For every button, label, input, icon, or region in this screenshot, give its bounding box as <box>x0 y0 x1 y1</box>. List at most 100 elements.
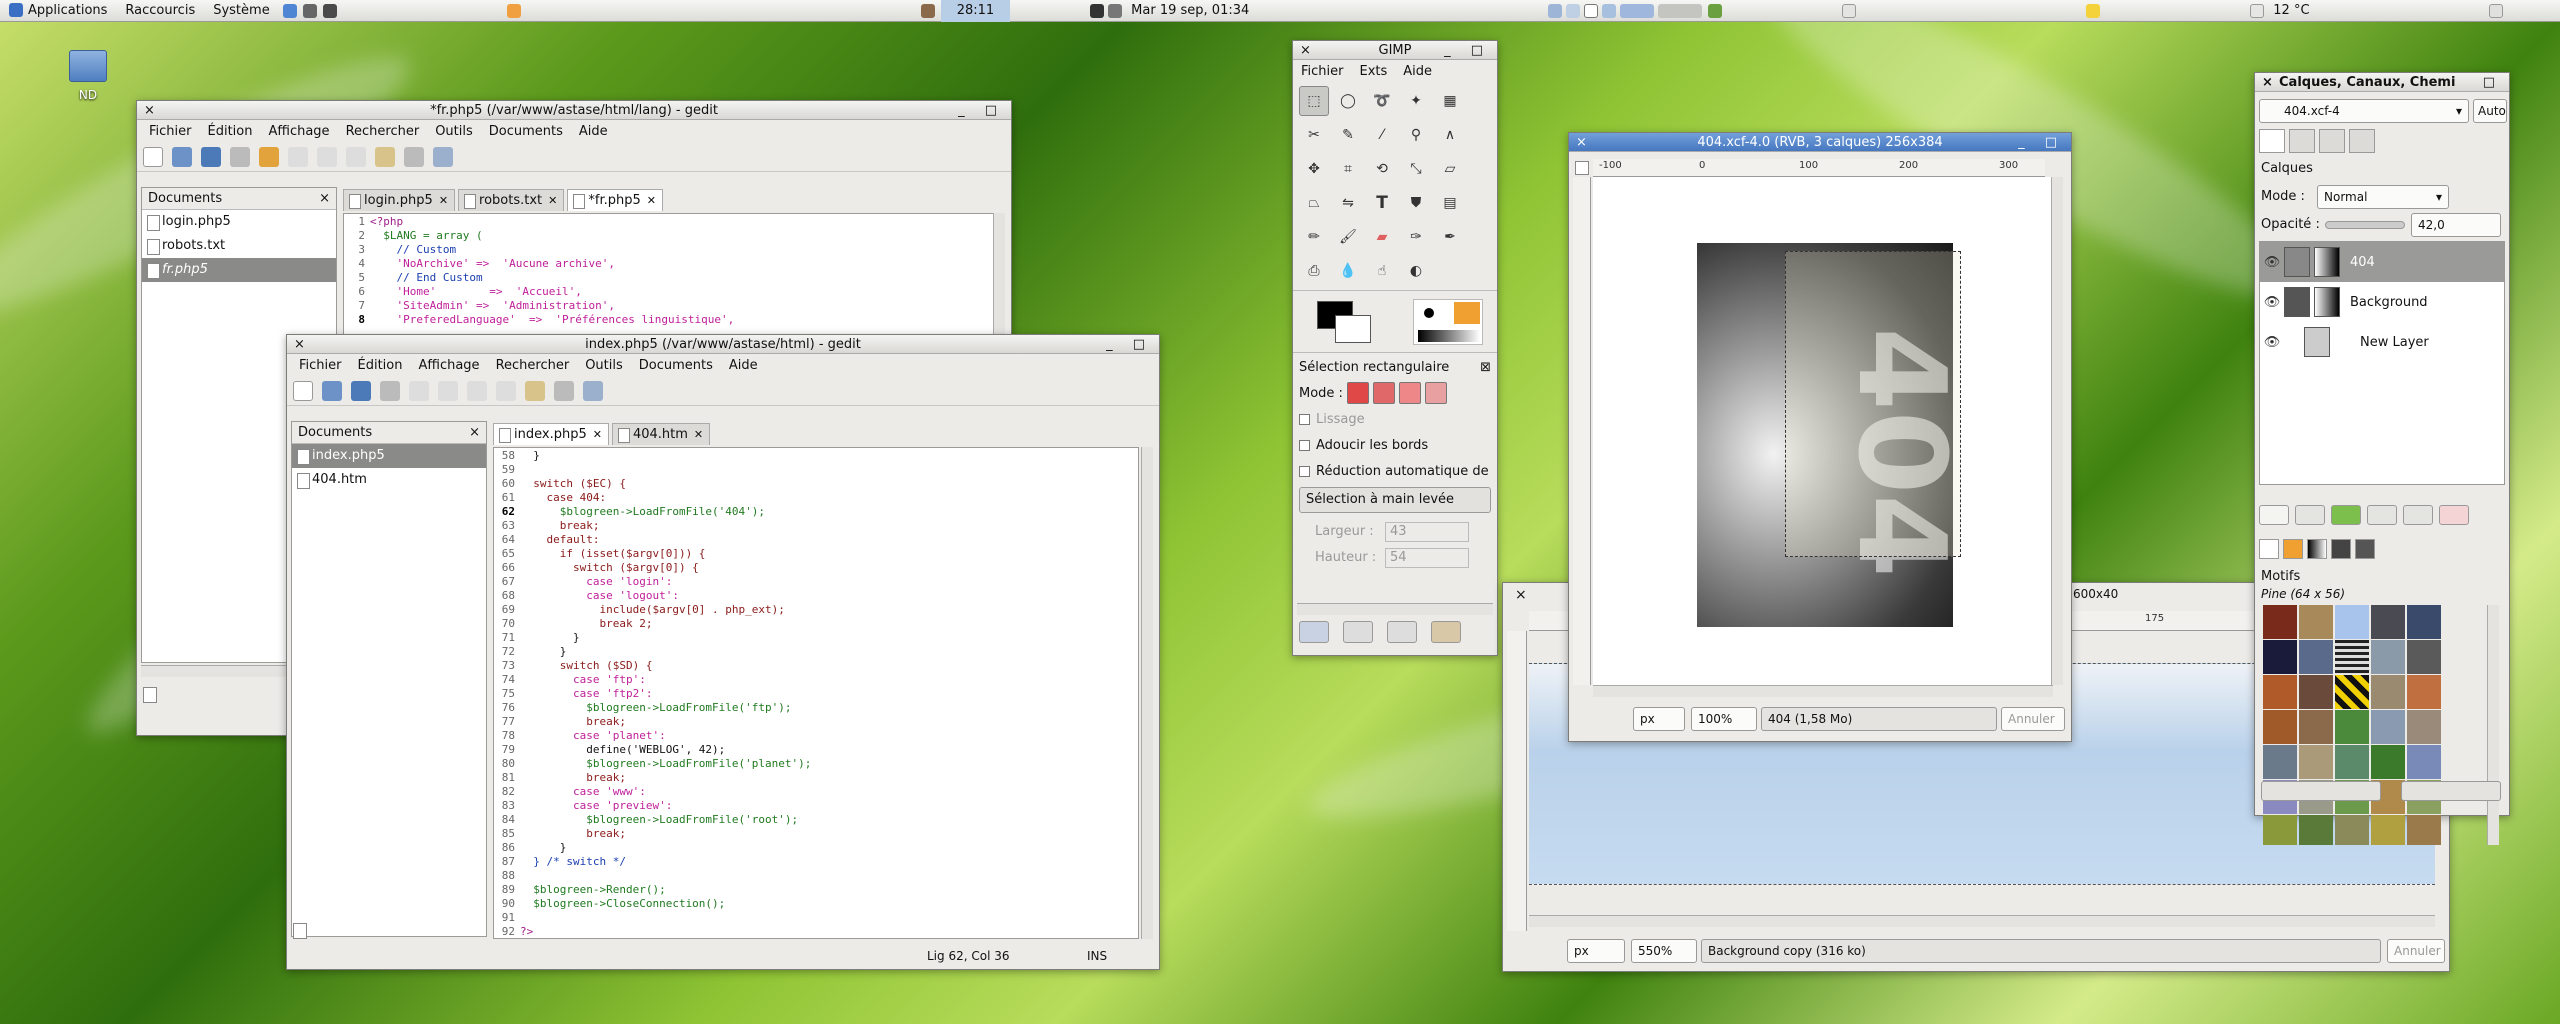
selection-marquee[interactable] <box>1785 251 1961 557</box>
scale-icon[interactable]: ⤡ <box>1401 154 1431 184</box>
pattern-swatch[interactable] <box>2335 640 2369 674</box>
weather-temp[interactable]: 12 °C <box>2264 0 2318 22</box>
ink-icon[interactable]: ✒ <box>1435 222 1465 252</box>
pattern-swatch[interactable] <box>2335 745 2369 779</box>
menu-rechercher[interactable]: Rechercher <box>338 124 428 139</box>
horizontal-scrollbar[interactable] <box>1297 603 1493 615</box>
volume-icon[interactable] <box>1108 3 1123 18</box>
undo-icon[interactable] <box>409 380 429 401</box>
unit-select[interactable]: px <box>1567 939 1625 963</box>
close-icon[interactable]: ✕ <box>439 194 448 207</box>
applications-menu[interactable]: Applications <box>0 0 116 22</box>
window-controls[interactable]: _ □ <box>1106 335 1153 353</box>
open-icon[interactable] <box>322 380 342 401</box>
main-levee-button[interactable]: Sélection à main levée <box>1299 487 1491 513</box>
network-icon[interactable] <box>1090 3 1105 18</box>
document-item[interactable]: robots.txt <box>142 234 336 258</box>
blur-icon[interactable]: 💧 <box>1333 256 1363 286</box>
lasso-icon[interactable]: ➰ <box>1367 86 1397 116</box>
close-icon[interactable]: ✕ <box>593 428 602 441</box>
largeur-input[interactable]: 43 <box>1385 522 1469 542</box>
color-select-icon[interactable]: ▦ <box>1435 86 1465 116</box>
pattern-swatch[interactable] <box>2263 745 2297 779</box>
pattern-swatch[interactable] <box>2299 710 2333 744</box>
window-list-icon[interactable] <box>1584 3 1599 18</box>
pencil-icon[interactable]: ✏ <box>1299 222 1329 252</box>
search-icon[interactable] <box>554 380 574 401</box>
menu-aide[interactable]: Aide <box>721 358 766 373</box>
pattern-swatch[interactable] <box>2407 710 2441 744</box>
undo-tab-icon[interactable] <box>2349 129 2375 153</box>
shear-icon[interactable]: ▱ <box>1435 154 1465 184</box>
delete-options-icon[interactable] <box>1387 621 1417 643</box>
menu-arrow-icon[interactable] <box>1575 161 1589 175</box>
weather-icon[interactable] <box>2250 3 2265 18</box>
save-options-icon[interactable] <box>1299 621 1329 643</box>
paths-tab-icon[interactable] <box>2319 129 2345 153</box>
menu-outils[interactable]: Outils <box>577 358 631 373</box>
close-icon[interactable]: × <box>2262 73 2273 91</box>
window-list-icon[interactable] <box>1620 3 1655 18</box>
window-controls[interactable]: □ <box>2483 73 2503 91</box>
delete-layer-icon[interactable] <box>2439 505 2469 525</box>
refresh-icon[interactable] <box>2401 781 2501 801</box>
undo-icon[interactable] <box>259 146 279 167</box>
notes-icon[interactable] <box>1842 3 1857 18</box>
desktop-folder[interactable]: ND <box>64 50 112 102</box>
replace-icon[interactable] <box>433 146 453 167</box>
palettes-tab-icon[interactable] <box>2331 539 2351 559</box>
rect-select-icon[interactable]: ⬚ <box>1299 86 1329 116</box>
pattern-swatch[interactable] <box>2371 640 2405 674</box>
system-menu[interactable]: Système <box>204 0 278 22</box>
mode-replace-icon[interactable] <box>1346 382 1369 404</box>
menu-exts[interactable]: Exts <box>1352 64 1396 79</box>
pattern-swatch[interactable] <box>2263 675 2297 709</box>
menu-edition[interactable]: Édition <box>200 124 261 139</box>
eraser-icon[interactable]: ▰ <box>1367 222 1397 252</box>
pattern-swatch[interactable] <box>2335 605 2369 639</box>
menu-aide[interactable]: Aide <box>1395 64 1440 79</box>
print-icon[interactable] <box>230 146 250 167</box>
terminal-icon[interactable] <box>302 3 317 18</box>
layer-item[interactable]: 👁 New Layer <box>2260 322 2504 362</box>
pattern-swatch[interactable] <box>2407 605 2441 639</box>
unit-select[interactable]: px <box>1633 707 1685 731</box>
menu-documents[interactable]: Documents <box>481 124 571 139</box>
pattern-swatch[interactable] <box>2263 710 2297 744</box>
window-controls[interactable]: _ □ <box>2018 133 2065 151</box>
anchor-layer-icon[interactable] <box>2403 505 2433 525</box>
rotate-icon[interactable]: ⟲ <box>1367 154 1397 184</box>
text-icon[interactable]: T <box>1367 188 1397 218</box>
tab-index[interactable]: index.php5 ✕ <box>493 423 609 445</box>
clone-icon[interactable]: ⎙ <box>1299 256 1329 286</box>
zoom-icon[interactable]: ⚲ <box>1401 120 1431 150</box>
pattern-swatch[interactable] <box>2335 815 2369 845</box>
fonts-tab-icon[interactable] <box>2355 539 2375 559</box>
horizontal-ruler[interactable]: -100 0 100 200 300 <box>1593 159 2045 177</box>
close-icon[interactable]: ✕ <box>647 194 656 207</box>
auto-button[interactable]: Auto <box>2473 99 2507 123</box>
flip-icon[interactable]: ⇋ <box>1333 188 1363 218</box>
pattern-swatch[interactable] <box>2299 815 2333 845</box>
redo-icon[interactable] <box>288 146 308 167</box>
side-pane-toggle-icon[interactable] <box>143 687 157 703</box>
clock[interactable]: Mar 19 sep, 01:34 <box>1122 0 1258 22</box>
menu-rechercher[interactable]: Rechercher <box>488 358 578 373</box>
paste-icon[interactable] <box>525 380 545 401</box>
vertical-scrollbar[interactable] <box>2051 177 2063 685</box>
vertical-scrollbar[interactable] <box>2487 605 2499 845</box>
weather-applet-icon[interactable] <box>506 3 521 18</box>
fuzzy-select-icon[interactable]: ✦ <box>1401 86 1431 116</box>
code-editor[interactable]: 58 } 59 60 switch ($EC) { 61 case 404: 6… <box>493 447 1139 939</box>
pattern-swatch[interactable] <box>2407 640 2441 674</box>
opacity-input[interactable]: 42,0 <box>2411 213 2501 237</box>
menu-fichier[interactable]: Fichier <box>291 358 350 373</box>
ellipse-select-icon[interactable]: ◯ <box>1333 86 1363 116</box>
measure-icon[interactable]: ∧ <box>1435 120 1465 150</box>
close-icon[interactable]: × <box>144 101 155 119</box>
close-icon[interactable]: × <box>1300 41 1311 59</box>
pattern-swatch[interactable] <box>2407 745 2441 779</box>
pattern-swatch[interactable] <box>2371 605 2405 639</box>
eye-icon[interactable]: 👁 <box>2260 335 2284 350</box>
raise-layer-icon[interactable] <box>2295 505 2325 525</box>
